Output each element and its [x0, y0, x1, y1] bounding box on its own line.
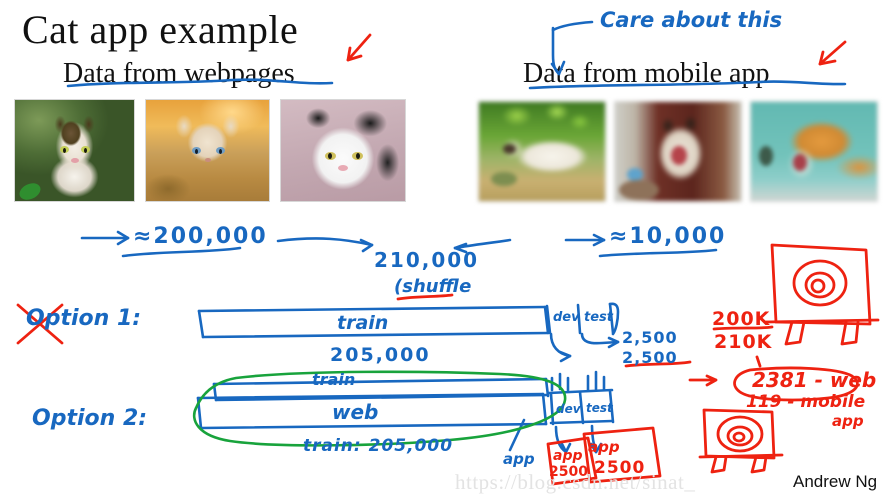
- option1-dev-split: [545, 304, 552, 335]
- option2-train-count: train: 205,000: [303, 436, 454, 456]
- option2-label: Option 2:: [32, 406, 148, 431]
- watermark: https://blog.csdn.net/sinat_: [455, 470, 696, 494]
- dev-count-leader: [549, 332, 572, 358]
- test-count-leader: [580, 332, 620, 345]
- arrow-web-to-total: [276, 237, 374, 247]
- option1-test-label: test: [584, 310, 613, 325]
- arrow-to-web-result: [688, 374, 718, 387]
- option1-dev-label: dev: [553, 310, 580, 325]
- slide-canvas: Cat app example Data from webpages Data …: [0, 0, 896, 501]
- option2-dev-label: dev: [556, 402, 581, 416]
- option2-web-label: web: [332, 400, 379, 424]
- web-count-label: ≈200,000: [133, 224, 268, 249]
- option1-label: Option 1:: [26, 306, 142, 331]
- mobile-result-continuation: app: [832, 412, 864, 430]
- option2-comb-left: [550, 372, 570, 392]
- arrow-down-left-icon-right: [818, 40, 847, 66]
- option2-train-left: [212, 382, 218, 402]
- option2-train-top: [212, 377, 548, 386]
- option2-train-right: [544, 377, 550, 398]
- option2-comb-right: [586, 370, 606, 392]
- option1-dev-count: 2,500: [622, 328, 678, 347]
- section-header-mobile: Data from mobile app: [523, 58, 770, 89]
- target-easel-sketch-icon-top: [764, 243, 880, 346]
- arrow-down-left-icon-left: [346, 33, 372, 62]
- option2-app-label: app: [503, 450, 535, 468]
- section-header-webpages: Data from webpages: [63, 58, 295, 89]
- option2-web-bottom: [199, 422, 548, 430]
- app-leader: [508, 418, 526, 452]
- mobile-result-label: 119 - mobile: [746, 392, 866, 412]
- option1-bar-left: [197, 309, 205, 339]
- photo-black-white-cat-portrait: [280, 99, 406, 202]
- option2-test-label: test: [586, 401, 613, 415]
- option2-train-bottom: [214, 393, 550, 402]
- author-credit: Andrew Ng: [793, 472, 878, 491]
- target-easel-sketch-icon-bottom: [698, 408, 784, 474]
- mobile-count-label: ≈10,000: [609, 224, 727, 249]
- dev-app-box-label: app: [553, 448, 583, 464]
- ratio-numerator: 200K: [712, 308, 771, 330]
- photo-siamese-cat-yawning: [614, 101, 742, 202]
- arrow-mobile-to-total: [453, 238, 512, 250]
- photo-tabby-cat-in-garden: [14, 99, 135, 202]
- option2-web-top: [196, 392, 545, 400]
- option1-bar-right-a: [543, 305, 550, 335]
- web-result-label: 2381 - web: [752, 368, 877, 392]
- photo-white-cat-lying-outdoors: [478, 101, 606, 202]
- option2-devtest-top: [547, 388, 614, 395]
- shuffle-note: (shuffle: [394, 276, 472, 297]
- option2-devtest-bottom: [549, 419, 614, 425]
- option1-bar-top: [197, 305, 547, 313]
- option2-green-circle: [192, 370, 567, 447]
- underline-web-count: [121, 246, 242, 258]
- test-app-box-label: app: [588, 438, 620, 456]
- option1-train-label: train: [337, 312, 389, 334]
- option2-web-left: [196, 396, 203, 430]
- underline-mobile-count: [598, 248, 718, 258]
- option1-test-count: 2,500: [622, 348, 678, 367]
- option2-web-right: [541, 392, 548, 426]
- web-result-tick: [755, 355, 762, 368]
- ratio-denominator: 210K: [714, 331, 773, 353]
- arrow-down-icon-hook: [551, 20, 594, 32]
- photo-cream-kitten-in-hay: [145, 99, 270, 202]
- photo-ginger-cat-grooming: [750, 101, 878, 202]
- page-title: Cat app example: [22, 7, 299, 52]
- care-about-this-note: Care about this: [600, 8, 783, 32]
- option1-train-count: 205,000: [330, 344, 431, 366]
- option2-train-label: train: [312, 370, 356, 389]
- option2-dev-split: [549, 392, 555, 426]
- total-count-label: 210,000: [374, 248, 480, 272]
